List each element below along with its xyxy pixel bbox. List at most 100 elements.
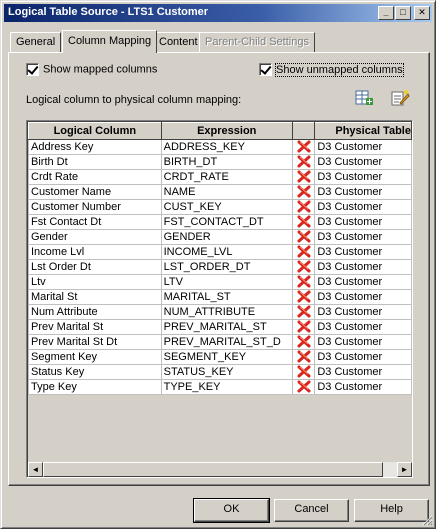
close-button[interactable]: ✕ bbox=[414, 6, 430, 20]
expression-cell[interactable]: GENDER bbox=[160, 229, 293, 245]
delete-x-icon[interactable] bbox=[297, 335, 311, 348]
delete-x-icon[interactable] bbox=[297, 230, 311, 243]
ok-button[interactable]: OK bbox=[193, 498, 270, 523]
delete-cell[interactable] bbox=[291, 304, 316, 320]
table-row[interactable]: Type Key TYPE_KEY D3 Customer bbox=[28, 379, 412, 395]
logical-column-cell[interactable]: Lst Order Dt bbox=[28, 259, 162, 275]
table-row[interactable]: Ltv LTV D3 Customer bbox=[28, 274, 412, 290]
table-row[interactable]: Gender GENDER D3 Customer bbox=[28, 229, 412, 245]
physical-table-cell[interactable]: D3 Customer bbox=[314, 364, 412, 380]
logical-column-cell[interactable]: Crdt Rate bbox=[28, 169, 162, 185]
delete-x-icon[interactable] bbox=[297, 275, 311, 288]
add-mapping-icon[interactable] bbox=[354, 89, 374, 107]
delete-x-icon[interactable] bbox=[297, 350, 311, 363]
logical-column-cell[interactable]: Gender bbox=[28, 229, 162, 245]
physical-table-cell[interactable]: D3 Customer bbox=[314, 154, 412, 170]
delete-x-icon[interactable] bbox=[297, 170, 311, 183]
logical-column-cell[interactable]: Customer Name bbox=[28, 184, 162, 200]
physical-table-cell[interactable]: D3 Customer bbox=[314, 259, 412, 275]
scroll-right-button[interactable]: ► bbox=[397, 462, 412, 477]
delete-cell[interactable] bbox=[291, 154, 316, 170]
tab-general[interactable]: General bbox=[10, 32, 62, 52]
table-row[interactable]: Address Key ADDRESS_KEY D3 Customer bbox=[28, 139, 412, 155]
delete-x-icon[interactable] bbox=[297, 200, 311, 213]
delete-cell[interactable] bbox=[291, 349, 316, 365]
delete-cell[interactable] bbox=[291, 334, 316, 350]
physical-table-cell[interactable]: D3 Customer bbox=[314, 184, 412, 200]
delete-x-icon[interactable] bbox=[297, 290, 311, 303]
table-row[interactable]: Marital St MARITAL_ST D3 Customer bbox=[28, 289, 412, 305]
logical-column-cell[interactable]: Fst Contact Dt bbox=[28, 214, 162, 230]
help-button[interactable]: Help bbox=[354, 499, 429, 522]
table-row[interactable]: Segment Key SEGMENT_KEY D3 Customer bbox=[28, 349, 412, 365]
logical-column-cell[interactable]: Customer Number bbox=[28, 199, 162, 215]
table-row[interactable]: Customer Number CUST_KEY D3 Customer bbox=[28, 199, 412, 215]
delete-cell[interactable] bbox=[291, 274, 316, 290]
table-row[interactable]: Status Key STATUS_KEY D3 Customer bbox=[28, 364, 412, 380]
expression-cell[interactable]: TYPE_KEY bbox=[160, 379, 293, 395]
delete-x-icon[interactable] bbox=[297, 155, 311, 168]
table-row[interactable]: Num Attribute NUM_ATTRIBUTE D3 Customer bbox=[28, 304, 412, 320]
title-bar[interactable]: Logical Table Source - LTS1 Customer _ □… bbox=[4, 4, 432, 22]
delete-cell[interactable] bbox=[291, 229, 316, 245]
expression-cell[interactable]: BIRTH_DT bbox=[160, 154, 293, 170]
maximize-button[interactable]: □ bbox=[395, 6, 411, 20]
resize-grip-icon[interactable] bbox=[421, 514, 433, 526]
expression-cell[interactable]: PREV_MARITAL_ST_D bbox=[160, 334, 293, 350]
physical-table-cell[interactable]: D3 Customer bbox=[314, 319, 412, 335]
physical-table-cell[interactable]: D3 Customer bbox=[314, 244, 412, 260]
delete-cell[interactable] bbox=[291, 364, 316, 380]
expression-cell[interactable]: SEGMENT_KEY bbox=[160, 349, 293, 365]
delete-cell[interactable] bbox=[291, 244, 316, 260]
physical-table-cell[interactable]: D3 Customer bbox=[314, 199, 412, 215]
physical-table-cell[interactable]: D3 Customer bbox=[314, 274, 412, 290]
physical-table-cell[interactable]: D3 Customer bbox=[314, 169, 412, 185]
physical-table-cell[interactable]: D3 Customer bbox=[314, 334, 412, 350]
table-row[interactable]: Income Lvl INCOME_LVL D3 Customer bbox=[28, 244, 412, 260]
expression-cell[interactable]: NAME bbox=[160, 184, 293, 200]
show-unmapped-option[interactable]: Show unmapped columns bbox=[259, 62, 404, 77]
show-mapped-option[interactable]: Show mapped columns bbox=[26, 63, 157, 77]
col-header-logical[interactable]: Logical Column bbox=[28, 122, 162, 140]
expression-cell[interactable]: LST_ORDER_DT bbox=[160, 259, 293, 275]
table-row[interactable]: Birth Dt BIRTH_DT D3 Customer bbox=[28, 154, 412, 170]
table-row[interactable]: Prev Marital St Dt PREV_MARITAL_ST_D D3 Cu… bbox=[28, 334, 412, 350]
physical-table-cell[interactable]: D3 Customer bbox=[314, 139, 412, 155]
delete-cell[interactable] bbox=[291, 139, 316, 155]
tab-content[interactable]: Content bbox=[153, 32, 204, 52]
expression-cell[interactable]: STATUS_KEY bbox=[160, 364, 293, 380]
col-header-physical-table[interactable]: Physical Table bbox=[314, 122, 412, 140]
delete-cell[interactable] bbox=[291, 319, 316, 335]
delete-x-icon[interactable] bbox=[297, 215, 311, 228]
physical-table-cell[interactable]: D3 Customer bbox=[314, 289, 412, 305]
expression-cell[interactable]: MARITAL_ST bbox=[160, 289, 293, 305]
table-row[interactable]: Customer Name NAME D3 Customer bbox=[28, 184, 412, 200]
physical-table-cell[interactable]: D3 Customer bbox=[314, 229, 412, 245]
logical-column-cell[interactable]: Marital St bbox=[28, 289, 162, 305]
delete-x-icon[interactable] bbox=[297, 245, 311, 258]
table-row[interactable]: Fst Contact Dt FST_CONTACT_DT D3 Customer bbox=[28, 214, 412, 230]
scroll-left-button[interactable]: ◄ bbox=[28, 462, 43, 477]
delete-x-icon[interactable] bbox=[297, 380, 311, 393]
physical-table-cell[interactable]: D3 Customer bbox=[314, 214, 412, 230]
expression-cell[interactable]: PREV_MARITAL_ST bbox=[160, 319, 293, 335]
delete-cell[interactable] bbox=[291, 184, 316, 200]
logical-column-cell[interactable]: Segment Key bbox=[28, 349, 162, 365]
edit-mapping-icon[interactable] bbox=[390, 89, 410, 107]
logical-column-cell[interactable]: Prev Marital St bbox=[28, 319, 162, 335]
cancel-button[interactable]: Cancel bbox=[274, 499, 349, 522]
logical-column-cell[interactable]: Type Key bbox=[28, 379, 162, 395]
delete-cell[interactable] bbox=[291, 169, 316, 185]
table-row[interactable]: Crdt Rate CRDT_RATE D3 Customer bbox=[28, 169, 412, 185]
expression-cell[interactable]: FST_CONTACT_DT bbox=[160, 214, 293, 230]
expression-cell[interactable]: ADDRESS_KEY bbox=[160, 139, 293, 155]
delete-cell[interactable] bbox=[291, 379, 316, 395]
logical-column-cell[interactable]: Num Attribute bbox=[28, 304, 162, 320]
delete-x-icon[interactable] bbox=[297, 305, 311, 318]
show-unmapped-checkbox[interactable] bbox=[259, 63, 272, 76]
scroll-thumb[interactable] bbox=[43, 462, 383, 477]
delete-cell[interactable] bbox=[291, 289, 316, 305]
expression-cell[interactable]: CRDT_RATE bbox=[160, 169, 293, 185]
delete-cell[interactable] bbox=[291, 259, 316, 275]
expression-cell[interactable]: NUM_ATTRIBUTE bbox=[160, 304, 293, 320]
